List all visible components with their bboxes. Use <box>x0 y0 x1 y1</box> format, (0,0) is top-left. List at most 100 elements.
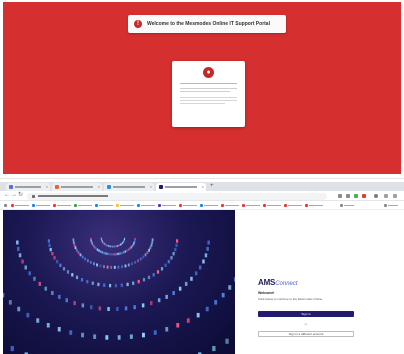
extension-icon[interactable] <box>354 194 358 198</box>
extension-icon[interactable] <box>346 194 350 198</box>
bookmark-item[interactable] <box>116 204 134 207</box>
binary-glyph <box>167 259 170 264</box>
binary-glyph <box>33 276 36 281</box>
bookmark-favicon-icon <box>137 204 140 207</box>
binary-glyph <box>144 253 147 257</box>
menu-icon[interactable] <box>393 194 397 198</box>
portal-background: ! Welcome to the Mesmodes Online IT Supp… <box>3 2 401 174</box>
binary-glyph <box>44 286 47 291</box>
binary-glyph <box>81 332 84 338</box>
bookmark-item[interactable] <box>74 204 92 207</box>
back-icon[interactable]: ← <box>4 192 10 199</box>
binary-glyph <box>141 303 145 308</box>
browser-tab-active[interactable]: × <box>156 183 206 191</box>
binary-glyph <box>172 291 175 295</box>
bookmark-item[interactable] <box>263 204 281 207</box>
extension-icon[interactable] <box>362 194 366 198</box>
logo-light: Connect <box>275 281 298 287</box>
binary-glyph <box>212 346 216 352</box>
url-field[interactable] <box>27 192 327 200</box>
tab-close-icon[interactable]: × <box>202 185 204 189</box>
binary-glyph <box>98 306 102 311</box>
profile-avatar-icon[interactable] <box>374 194 378 198</box>
binary-glyph <box>51 252 54 256</box>
binary-glyph <box>96 248 99 251</box>
bookmark-label <box>15 204 29 207</box>
binary-glyph <box>106 265 109 269</box>
tab-favicon-icon <box>9 185 13 189</box>
bookmark-item[interactable] <box>340 204 354 207</box>
reload-icon[interactable]: ↻ <box>18 192 23 199</box>
new-tab-button[interactable]: + <box>210 183 214 190</box>
bookmark-favicon-icon <box>179 204 182 207</box>
bookmark-item[interactable] <box>179 204 197 207</box>
binary-glyph <box>120 283 123 287</box>
sign-in-button[interactable]: Sign in <box>258 311 354 317</box>
bookmark-favicon-icon <box>74 204 77 207</box>
binary-glyph <box>109 245 111 248</box>
bookmark-item[interactable] <box>53 204 71 207</box>
binary-glyph <box>91 281 94 285</box>
binary-glyph <box>119 252 121 255</box>
binary-glyph <box>124 264 127 268</box>
binary-glyph <box>176 239 179 243</box>
bookmark-item[interactable] <box>32 204 50 207</box>
menu-icon[interactable] <box>384 194 388 198</box>
binary-glyph <box>93 262 95 266</box>
bookmark-item[interactable] <box>284 204 302 207</box>
binary-glyph <box>157 298 161 303</box>
bookmark-label <box>388 204 398 207</box>
tab-close-icon[interactable]: × <box>46 185 48 189</box>
binary-glyph <box>56 259 59 264</box>
binary-glyph <box>116 245 118 248</box>
binary-glyph <box>51 291 54 295</box>
binary-glyph <box>184 281 188 286</box>
binary-glyph <box>73 301 76 306</box>
binary-glyph <box>90 305 93 310</box>
browser-tab[interactable]: × <box>104 183 154 191</box>
bookmark-favicon-icon <box>116 204 119 207</box>
forward-icon[interactable]: → <box>11 192 17 199</box>
binary-glyph <box>115 253 117 256</box>
binary-glyph <box>21 259 24 264</box>
bookmark-item[interactable] <box>242 204 260 207</box>
binary-glyph <box>126 249 128 252</box>
binary-glyph <box>73 243 76 247</box>
bookmark-favicon-icon <box>53 204 56 207</box>
sign-in-different-account-button[interactable]: Sign in a different account <box>258 331 354 337</box>
tab-close-icon[interactable]: × <box>98 185 100 189</box>
card-heading <box>180 83 237 84</box>
binary-glyph <box>150 243 153 247</box>
bookmark-item[interactable] <box>384 204 398 207</box>
tab-title <box>61 186 93 188</box>
bookmark-label <box>309 204 323 207</box>
browser-tab[interactable]: × <box>6 183 50 191</box>
bookmark-item[interactable] <box>11 204 29 207</box>
bookmark-item[interactable] <box>221 204 239 207</box>
card-text-line <box>180 88 237 89</box>
binary-glyph <box>117 252 119 256</box>
bookmark-item[interactable] <box>200 204 218 207</box>
binary-glyph <box>103 251 105 255</box>
binary-glyph <box>107 307 110 311</box>
binary-glyph <box>204 253 208 258</box>
browser-tab[interactable]: × <box>52 183 102 191</box>
bookmark-item[interactable] <box>305 204 323 207</box>
bookmark-item[interactable] <box>137 204 155 207</box>
binary-glyph <box>206 246 209 251</box>
binary-glyph <box>142 332 145 338</box>
tab-close-icon[interactable]: × <box>150 185 152 189</box>
binary-glyph <box>150 301 153 306</box>
binary-glyph <box>228 285 232 290</box>
bookmark-item[interactable] <box>158 204 176 207</box>
bookmark-label <box>99 204 113 207</box>
bookmark-item[interactable] <box>4 204 7 207</box>
extension-icon[interactable] <box>338 194 342 198</box>
bookmarks-bar <box>0 201 404 210</box>
bookmark-item[interactable] <box>95 204 113 207</box>
bookmark-favicon-icon <box>32 204 35 207</box>
hero-image <box>3 210 235 354</box>
binary-glyph <box>53 256 56 260</box>
bookmark-favicon-icon <box>11 204 14 207</box>
binary-glyph <box>129 334 133 339</box>
